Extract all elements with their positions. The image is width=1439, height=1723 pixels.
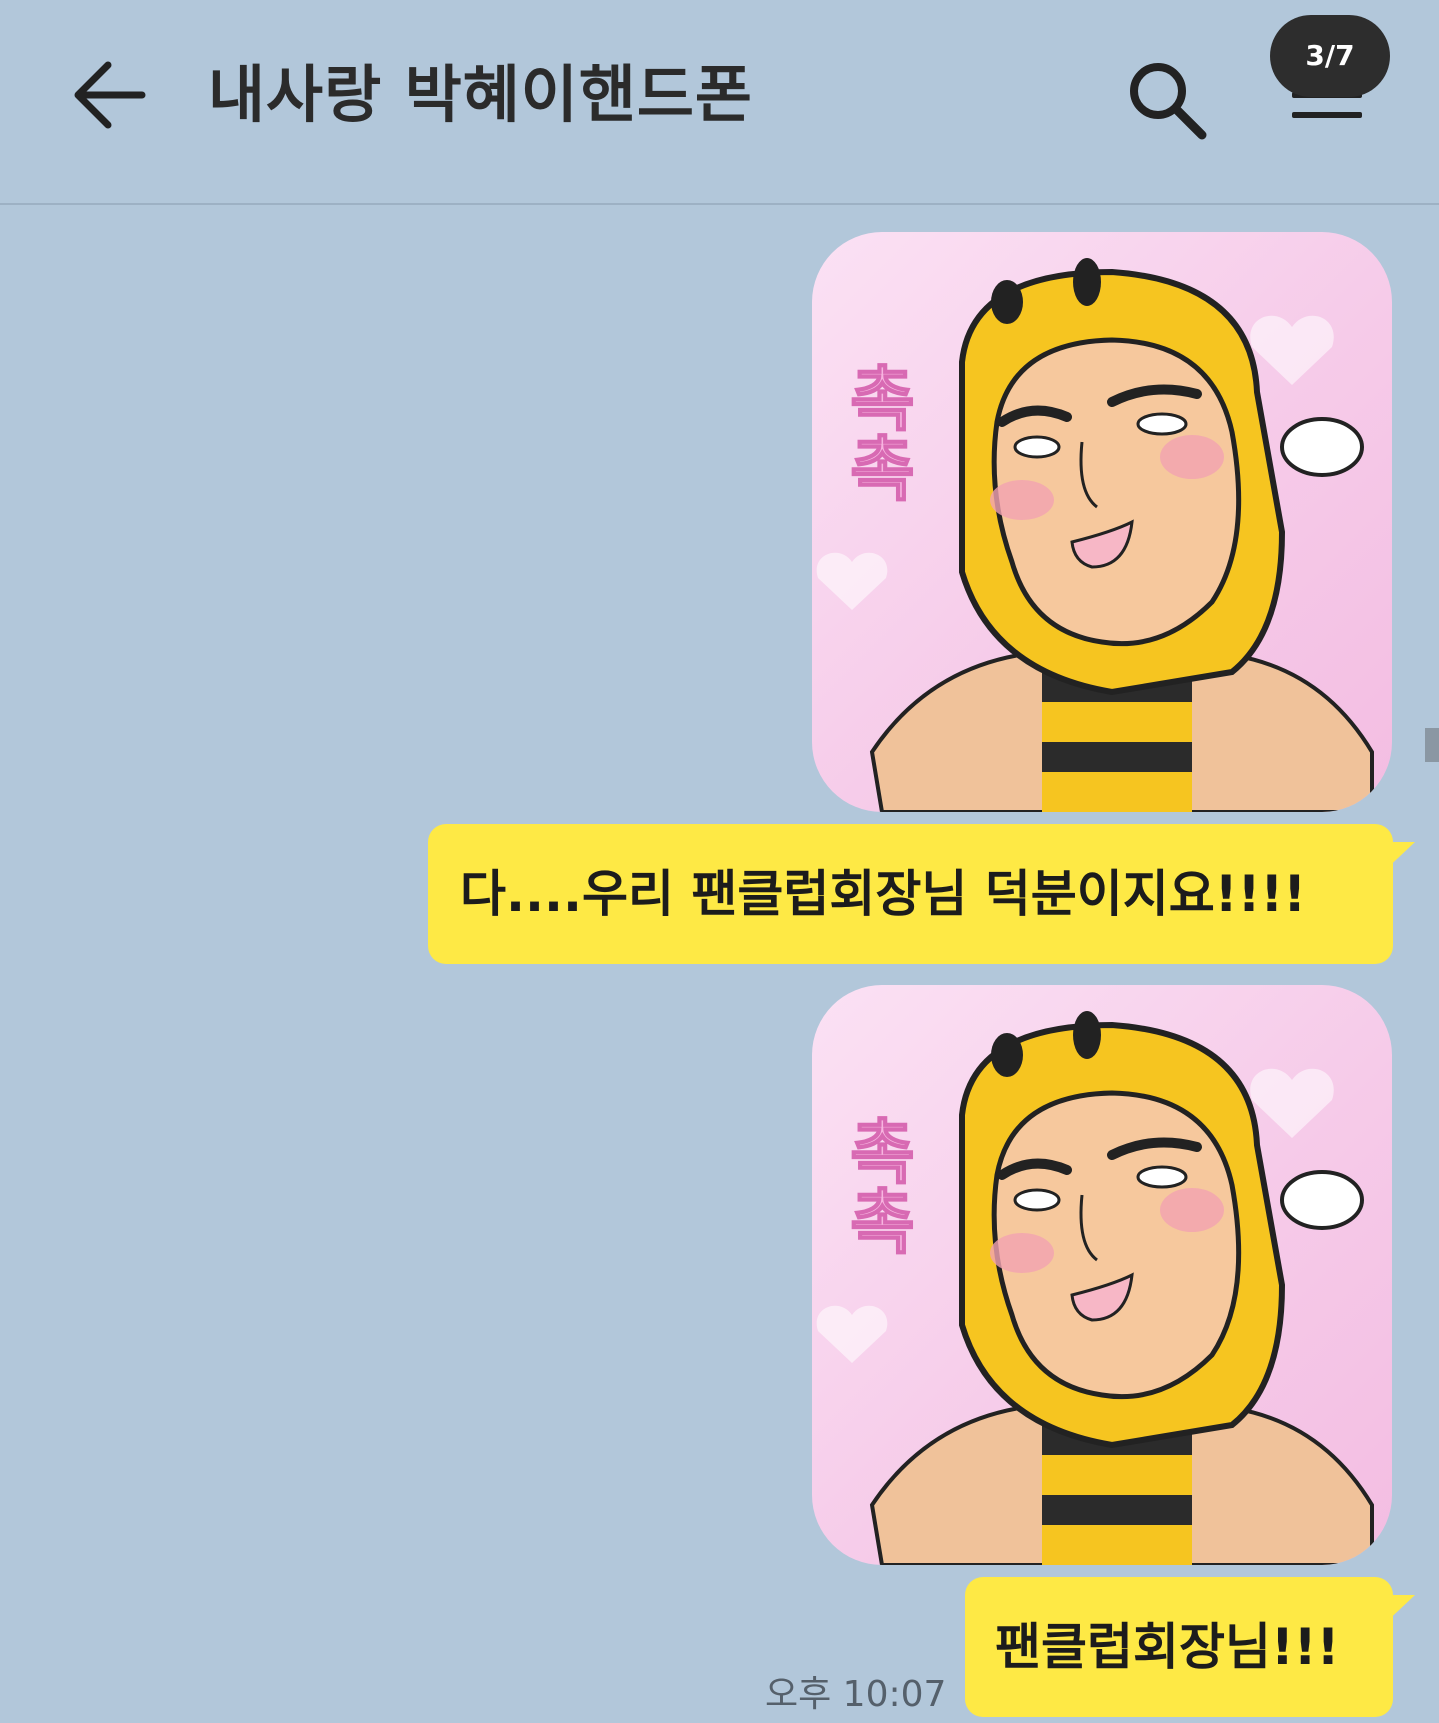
search-button[interactable]	[1122, 55, 1212, 145]
arrow-left-icon	[74, 61, 146, 129]
bee-character-sticker: 촉촉	[816, 258, 1374, 812]
sticker-caption: 촉촉	[836, 362, 918, 502]
sticker-caption: 촉촉	[836, 1115, 918, 1255]
message-bubble[interactable]: 다....우리 팬클럽회장님 덕분이지요!!!!	[428, 824, 1415, 964]
chat-header: 내사랑 박혜이핸드폰 3/7	[0, 0, 1439, 205]
sticker-message[interactable]: 촉촉	[812, 985, 1392, 1565]
page-indicator: 3/7	[1270, 15, 1390, 97]
message-text: 다....우리 팬클럽회장님 덕분이지요!!!!	[460, 865, 1307, 923]
scrollbar-thumb[interactable]	[1425, 728, 1439, 762]
back-button[interactable]	[70, 55, 150, 135]
message-timestamp: 오후 10:07	[765, 1674, 947, 1715]
message-text: 팬클럽회장님!!!	[995, 1618, 1340, 1676]
search-icon	[1130, 63, 1207, 140]
message-bubble[interactable]: 팬클럽회장님!!!	[965, 1577, 1415, 1717]
sticker-message[interactable]: 촉촉	[812, 232, 1392, 812]
chat-title: 내사랑 박혜이핸드폰	[208, 58, 753, 131]
bee-character-sticker: 촉촉	[816, 1011, 1374, 1565]
